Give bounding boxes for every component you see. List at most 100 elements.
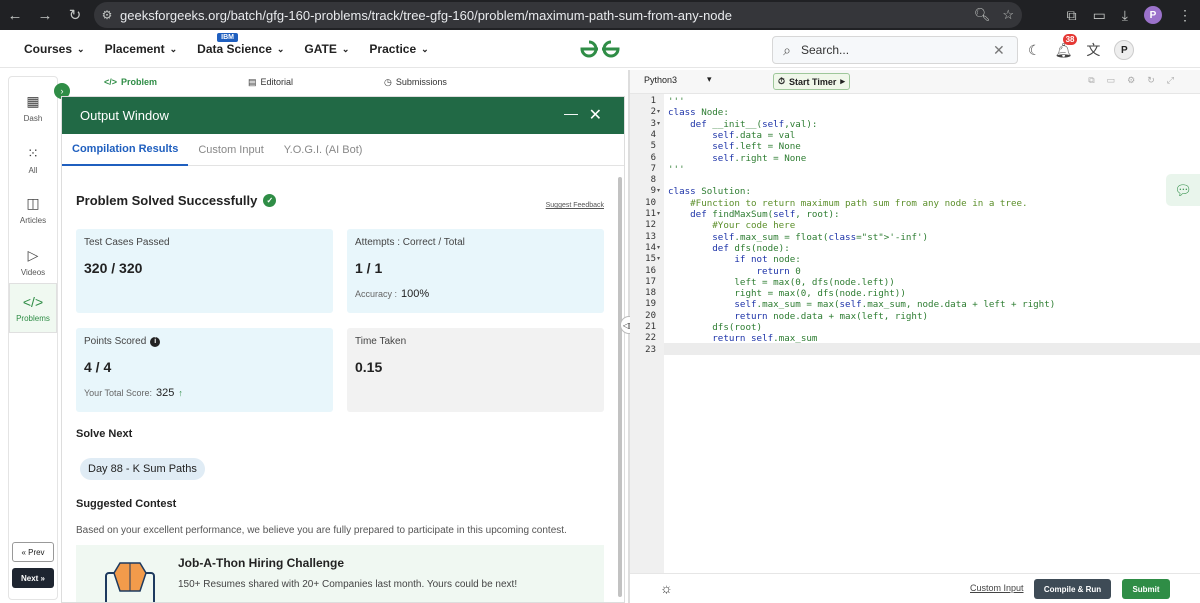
lightbulb-icon[interactable]: ☼	[660, 580, 673, 596]
paste-icon[interactable]: ▭	[1107, 75, 1116, 86]
start-timer-button[interactable]: ⏱︎ Start Timer ▸	[773, 73, 850, 90]
notification-badge: 38	[1062, 33, 1078, 45]
sidebar-item-articles[interactable]: ◫ Articles	[9, 185, 57, 235]
dashboard-icon: ▦	[26, 93, 40, 109]
menu-data-science[interactable]: IBM Data Science ⌄	[197, 33, 284, 56]
fold-arrow-icon[interactable]: ▾	[657, 243, 660, 254]
menu-placement[interactable]: Placement ⌄	[105, 42, 178, 56]
code-line[interactable]: return self.max_sum	[668, 333, 817, 344]
code-line[interactable]: def findMaxSum(self, root):	[668, 209, 839, 220]
menu-gate[interactable]: GATE ⌄	[304, 42, 349, 56]
tab-submissions[interactable]: ◷ Submissions	[384, 77, 447, 88]
browser-menu-icon[interactable]: ⋮	[1178, 7, 1192, 24]
reload-icon[interactable]: ↻	[60, 0, 90, 30]
user-avatar[interactable]: P	[1114, 40, 1135, 60]
tab-compilation-results[interactable]: Compilation Results	[62, 134, 189, 166]
code-line[interactable]: class Node:	[668, 107, 729, 118]
code-line[interactable]: def dfs(node):	[668, 243, 789, 254]
menu-practice[interactable]: Practice ⌄	[369, 42, 428, 56]
sidebar-item-problems[interactable]: </> Problems	[9, 283, 57, 333]
timer-icon: ⏱︎	[778, 76, 786, 86]
line-number: 21	[645, 322, 656, 332]
bookmark-star-icon[interactable]: ☆	[1002, 7, 1014, 23]
code-line[interactable]: dfs(root)	[668, 322, 762, 333]
chat-icon[interactable]: 💬︎	[1166, 174, 1200, 206]
arrow-up-icon: ↑	[178, 388, 183, 398]
extensions-icon[interactable]: ⧉	[1067, 7, 1077, 24]
code-line[interactable]: #Your code here	[668, 220, 795, 231]
back-icon[interactable]: ←	[0, 0, 30, 30]
left-sidebar: ▦ Dash ⁙ All ◫ Articles ▷ Videos </> Problems	[8, 76, 58, 600]
header-actions: ☾ 🔔︎ 38 文 P	[1028, 33, 1135, 62]
prev-icon: «	[21, 547, 29, 557]
reset-icon[interactable]: ↻	[1147, 75, 1155, 86]
browser-profile-avatar[interactable]: P	[1144, 6, 1162, 24]
code-line[interactable]: return 0	[668, 266, 801, 277]
copy-icon[interactable]: ⧉	[1088, 75, 1094, 86]
compile-run-button[interactable]: Compile & Run	[1034, 579, 1111, 599]
sidebar-item-videos[interactable]: ▷ Videos	[9, 237, 57, 287]
address-bar[interactable]: ⚙ geeksforgeeks.org/batch/gfg-160-proble…	[94, 2, 1022, 28]
points-label-row: Points Scored i	[84, 336, 325, 347]
close-icon[interactable]: ✕	[589, 105, 602, 125]
fold-arrow-icon[interactable]: ▾	[657, 254, 660, 265]
zoom-icon[interactable]: 🔍︎	[974, 7, 991, 23]
code-line[interactable]: if not node:	[668, 254, 800, 265]
code-line[interactable]: self.right = None	[668, 153, 806, 164]
scrollbar[interactable]	[618, 177, 622, 597]
settings-icon[interactable]: ⚙	[1127, 75, 1135, 86]
custom-input-link[interactable]: Custom Input	[970, 583, 1024, 593]
sidebar-item-label: Articles	[19, 216, 47, 225]
code-line[interactable]: left = max(0, dfs(node.left))	[668, 277, 894, 288]
minimize-icon[interactable]: —	[564, 105, 578, 121]
menu-courses[interactable]: Courses ⌄	[24, 42, 85, 56]
timer-label: Start Timer	[789, 76, 837, 87]
code-line[interactable]: '''	[668, 164, 685, 175]
next-label: Next	[20, 573, 39, 583]
fold-arrow-icon[interactable]: ▾	[657, 186, 660, 197]
test-cases-label: Test Cases Passed	[84, 237, 170, 248]
dark-mode-icon[interactable]: ☾	[1028, 42, 1041, 59]
tab-yogi-ai-bot[interactable]: Y.O.G.I. (AI Bot)	[274, 134, 373, 166]
points-label: Points Scored	[84, 336, 147, 347]
fullscreen-icon[interactable]: ⤢	[1167, 75, 1174, 86]
site-settings-icon[interactable]: ⚙	[94, 8, 120, 22]
tab-custom-input[interactable]: Custom Input	[188, 134, 273, 166]
clear-search-icon[interactable]: ✕	[993, 42, 1017, 59]
code-line[interactable]: def __init__(self,val):	[668, 119, 817, 130]
download-icon[interactable]: ⤓	[1122, 7, 1128, 24]
sidebar-item-dash[interactable]: ▦ Dash	[9, 83, 57, 133]
fold-arrow-icon[interactable]: ▾	[657, 107, 660, 118]
code-line[interactable]: self.max_sum = float(class="st">'-inf')	[668, 232, 928, 243]
code-line[interactable]: #Function to return maximum path sum fro…	[668, 198, 1027, 209]
translate-icon[interactable]: 文	[1086, 40, 1100, 60]
code-line[interactable]: class Solution:	[668, 186, 751, 197]
tab-editorial[interactable]: ▤ Editorial	[248, 77, 293, 88]
cast-icon[interactable]: ▭	[1093, 7, 1106, 24]
code-line[interactable]: right = max(0, dfs(node.right))	[668, 288, 905, 299]
code-line[interactable]: return node.data + max(left, right)	[668, 311, 928, 322]
code-line[interactable]: self.data = val	[668, 130, 795, 141]
line-number: 9	[650, 186, 656, 197]
contest-card[interactable]: Job-A-Thon Hiring Challenge 150+ Resumes…	[76, 545, 604, 602]
notification-bell-icon[interactable]: 🔔︎ 38	[1055, 33, 1078, 59]
code-line[interactable]: '''	[668, 96, 685, 107]
fold-arrow-icon[interactable]: ▾	[657, 119, 660, 130]
info-icon[interactable]: i	[150, 336, 161, 347]
language-select[interactable]: Python3 ▾	[644, 74, 712, 85]
search-input[interactable]: ⌕ Search... ✕	[772, 36, 1018, 64]
sidebar-item-all[interactable]: ⁙ All	[9, 135, 57, 185]
submit-button[interactable]: Submit	[1122, 579, 1170, 599]
tab-problem[interactable]: </> Problem	[104, 77, 157, 87]
fold-arrow-icon[interactable]: ▾	[657, 209, 660, 220]
solve-next-chip[interactable]: Day 88 - K Sum Paths	[80, 458, 205, 480]
code-line[interactable]: self.left = None	[668, 141, 801, 152]
gfg-logo[interactable]	[578, 38, 622, 60]
suggest-feedback-link[interactable]: Suggest Feedback	[546, 202, 604, 209]
prev-button[interactable]: « Prev	[12, 542, 54, 562]
code-line[interactable]: self.max_sum = max(self.max_sum, node.da…	[668, 299, 1055, 310]
next-button[interactable]: Next »	[12, 568, 54, 588]
forward-icon[interactable]: →	[30, 0, 60, 30]
line-number: 14	[645, 242, 656, 253]
url-text[interactable]: geeksforgeeks.org/batch/gfg-160-problems…	[120, 8, 732, 23]
